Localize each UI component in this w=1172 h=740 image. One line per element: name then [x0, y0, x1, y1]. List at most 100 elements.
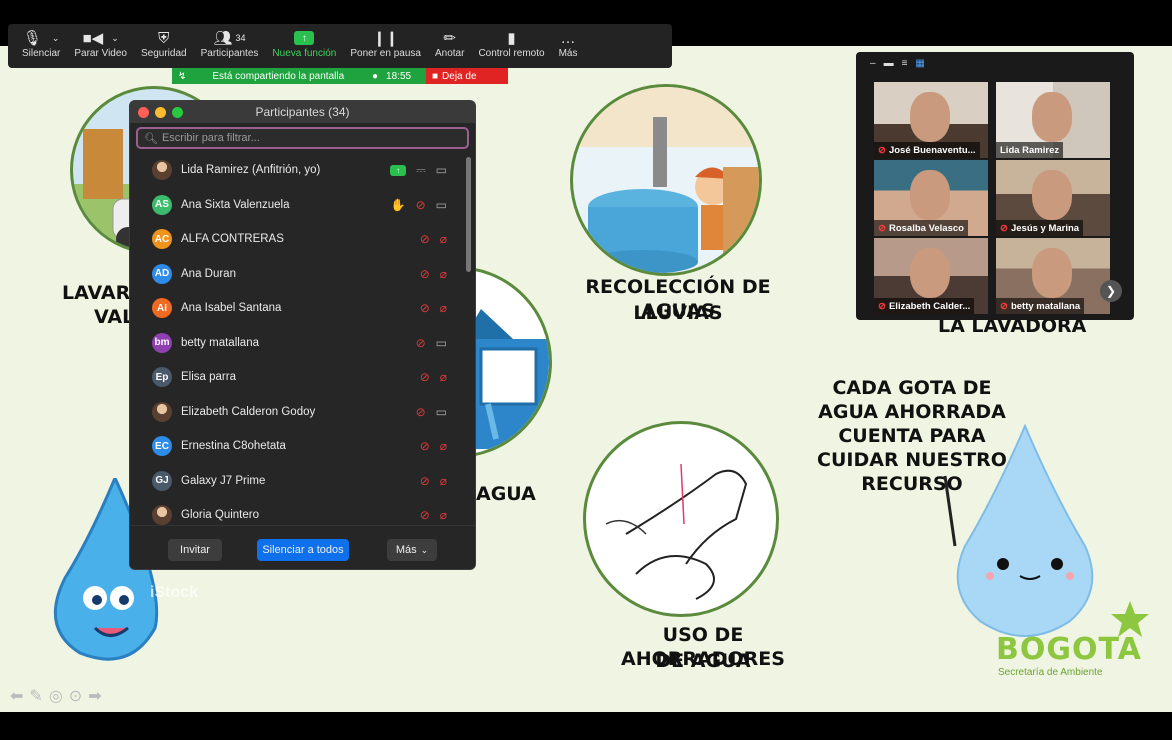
participant-row[interactable]: GJ Galaxy J7 Prime ⊘ ⌀ [130, 464, 475, 499]
new-share-button[interactable]: ↑ Nueva función [265, 28, 343, 59]
pen-tool-icon[interactable]: ✎ [29, 686, 42, 706]
mute-label: Silenciar [22, 48, 61, 59]
microphone-muted-icon[interactable]: ⊘ [420, 370, 430, 384]
more-dots-icon: … [560, 29, 576, 47]
microphone-muted-icon: ⊘ [878, 144, 886, 156]
participant-status-icons: ⊘ ▭ [416, 336, 447, 350]
stop-video-label: Parar Video [74, 48, 127, 59]
video-tile[interactable]: ⊘ Elizabeth Calder... [874, 238, 988, 314]
minimize-view-icon[interactable]: – [870, 58, 876, 69]
camera-off-icon[interactable]: ⌀ [440, 508, 447, 522]
microphone-muted-icon[interactable]: ⊘ [416, 336, 426, 350]
annotate-label: Anotar [434, 48, 465, 59]
participants-button[interactable]: 👥︎ 34 Participantes [194, 28, 266, 59]
camera-off-icon[interactable]: ⌀ [440, 301, 447, 315]
participants-panel: Participantes (34) 🔍︎ Escribir para filt… [129, 100, 476, 570]
participant-row[interactable]: AD Ana Duran ⊘ ⌀ [130, 257, 475, 292]
participant-row[interactable]: AI Ana Isabel Santana ⊘ ⌀ [130, 291, 475, 326]
video-tile[interactable]: ⊘ Rosalba Velasco [874, 160, 988, 236]
speaker-view-icon[interactable]: ▬ [884, 58, 894, 69]
caption-lluvias-2: LLUVIAS [633, 302, 723, 324]
camera-off-icon[interactable]: ⌀ [440, 439, 447, 453]
camera-off-icon[interactable]: ⌀ [440, 232, 447, 246]
microphone-muted-icon[interactable]: ⊘ [420, 232, 430, 246]
avatar [152, 401, 172, 422]
microphone-icon[interactable]: ⎓ [416, 163, 426, 178]
camera-icon[interactable]: ▭ [436, 336, 447, 350]
caption-agua: AGUA [476, 483, 536, 505]
mute-button[interactable]: 🎙︎ ⌄ Silenciar [8, 28, 67, 59]
participant-name: Ana Isabel Santana [181, 302, 282, 315]
microphone-muted-icon: ⊘ [878, 222, 886, 234]
microphone-muted-icon[interactable]: ⊘ [420, 267, 430, 281]
participant-status-icons: ⊘ ▭ [416, 405, 447, 419]
sharing-status-bar: ↯ Está compartiendo la pantalla ● 18:55 … [172, 68, 508, 84]
camera-icon[interactable]: ▭ [436, 405, 447, 419]
camera-off-icon[interactable]: ⌀ [440, 370, 447, 384]
microphone-muted-icon[interactable]: ⊘ [416, 198, 426, 212]
participant-name: Elisa parra [181, 371, 236, 384]
pause-share-button[interactable]: ❙❙ Poner en pausa [343, 28, 428, 59]
next-slide-icon[interactable]: ➡ [88, 686, 101, 706]
microphone-muted-icon[interactable]: ⊘ [416, 405, 426, 419]
mute-all-button[interactable]: Silenciar a todos [257, 539, 349, 561]
slide-image-rain-collection [570, 84, 762, 276]
video-tile-name: ⊘ betty matallana [996, 298, 1085, 314]
participant-status-icons: ⊘ ⌀ [420, 232, 447, 246]
participant-name: Elizabeth Calderon Godoy [181, 405, 316, 418]
video-tile-name: ⊘ Jesús y Marina [996, 220, 1084, 236]
video-tile-name: ⊘ Rosalba Velasco [874, 220, 968, 236]
video-tile-label: Elizabeth Calder... [888, 300, 971, 312]
camera-icon[interactable]: ▭ [436, 163, 447, 177]
previous-slide-icon[interactable]: ⬅ [10, 686, 23, 706]
participant-row[interactable]: bm betty matallana ⊘ ▭ [130, 326, 475, 361]
participant-status-icons: ⊘ ⌀ [420, 267, 447, 281]
microphone-muted-icon[interactable]: ⊘ [420, 474, 430, 488]
camera-off-icon[interactable]: ⌀ [440, 267, 447, 281]
microphone-muted-icon[interactable]: ⊘ [420, 301, 430, 315]
video-tile-label: betty matallana [1010, 300, 1081, 312]
stop-video-button[interactable]: ■◀ ⌄ Parar Video [67, 28, 134, 59]
shield-check-icon: ● [372, 70, 379, 82]
strip-view-icon[interactable]: ≡ [902, 58, 908, 69]
camera-off-icon[interactable]: ⌀ [440, 474, 447, 488]
avatar [152, 505, 172, 526]
participant-video [910, 92, 950, 142]
minimize-window-icon[interactable] [155, 107, 166, 118]
caption-gota-line-1: CADA GOTA DE [832, 377, 992, 399]
stop-share-button[interactable]: ■ Deja de [426, 68, 508, 84]
maximize-window-icon[interactable] [172, 107, 183, 118]
participants-title: Participantes (34) [255, 105, 350, 119]
more-button[interactable]: … Más [552, 28, 585, 60]
gallery-view-icon[interactable]: ▦ [915, 58, 924, 69]
microphone-muted-icon[interactable]: ⊘ [420, 508, 430, 522]
participants-label: Participantes [200, 48, 259, 59]
microphone-muted-icon[interactable]: ⊘ [420, 439, 430, 453]
participant-row[interactable]: Elizabeth Calderon Godoy ⊘ ▭ [130, 395, 475, 430]
slide-overview-icon[interactable]: ◎ [49, 686, 63, 706]
participant-row[interactable]: AC ALFA CONTRERAS ⊘ ⌀ [130, 222, 475, 257]
invite-button[interactable]: Invitar [168, 539, 222, 561]
participant-row[interactable]: AS Ana Sixta Valenzuela ✋ ⊘ ▭ [130, 188, 475, 223]
video-tile[interactable]: Lida Ramirez [996, 82, 1110, 158]
more-options-icon[interactable]: ⊙ [69, 686, 82, 706]
participant-name: ALFA CONTRERAS [181, 233, 284, 246]
share-screen-icon: ↑ [294, 31, 315, 45]
participant-row[interactable]: EC Ernestina C8ohetata ⊘ ⌀ [130, 429, 475, 464]
participants-scrollbar[interactable] [466, 157, 471, 272]
video-tile[interactable]: ⊘ Jesús y Marina [996, 160, 1110, 236]
annotate-button[interactable]: ✏ Anotar [428, 28, 471, 59]
video-tile[interactable]: ⊘ betty matallana [996, 238, 1110, 314]
more-options-button[interactable]: Más ⌄ [387, 539, 437, 561]
participant-row[interactable]: Lida Ramirez (Anfitrión, yo) ↑ ⎓ ▭ [130, 153, 475, 188]
video-tile[interactable]: ⊘ José Buenaventu... [874, 82, 988, 158]
security-button[interactable]: ⛨ Seguridad [134, 28, 194, 60]
participants-titlebar[interactable]: Participantes (34) [130, 101, 475, 123]
remote-control-button[interactable]: ▮ Control remoto [471, 28, 551, 59]
close-window-icon[interactable] [138, 107, 149, 118]
meeting-toolbar: 🎙︎ ⌄ Silenciar ■◀ ⌄ Parar Video ⛨ Segurida… [8, 24, 672, 68]
participant-row[interactable]: Ep Elisa parra ⊘ ⌀ [130, 360, 475, 395]
camera-icon[interactable]: ▭ [436, 198, 447, 212]
participants-search-input[interactable]: 🔍︎ Escribir para filtrar... [136, 127, 469, 149]
next-page-button[interactable]: ❯ [1100, 280, 1122, 302]
